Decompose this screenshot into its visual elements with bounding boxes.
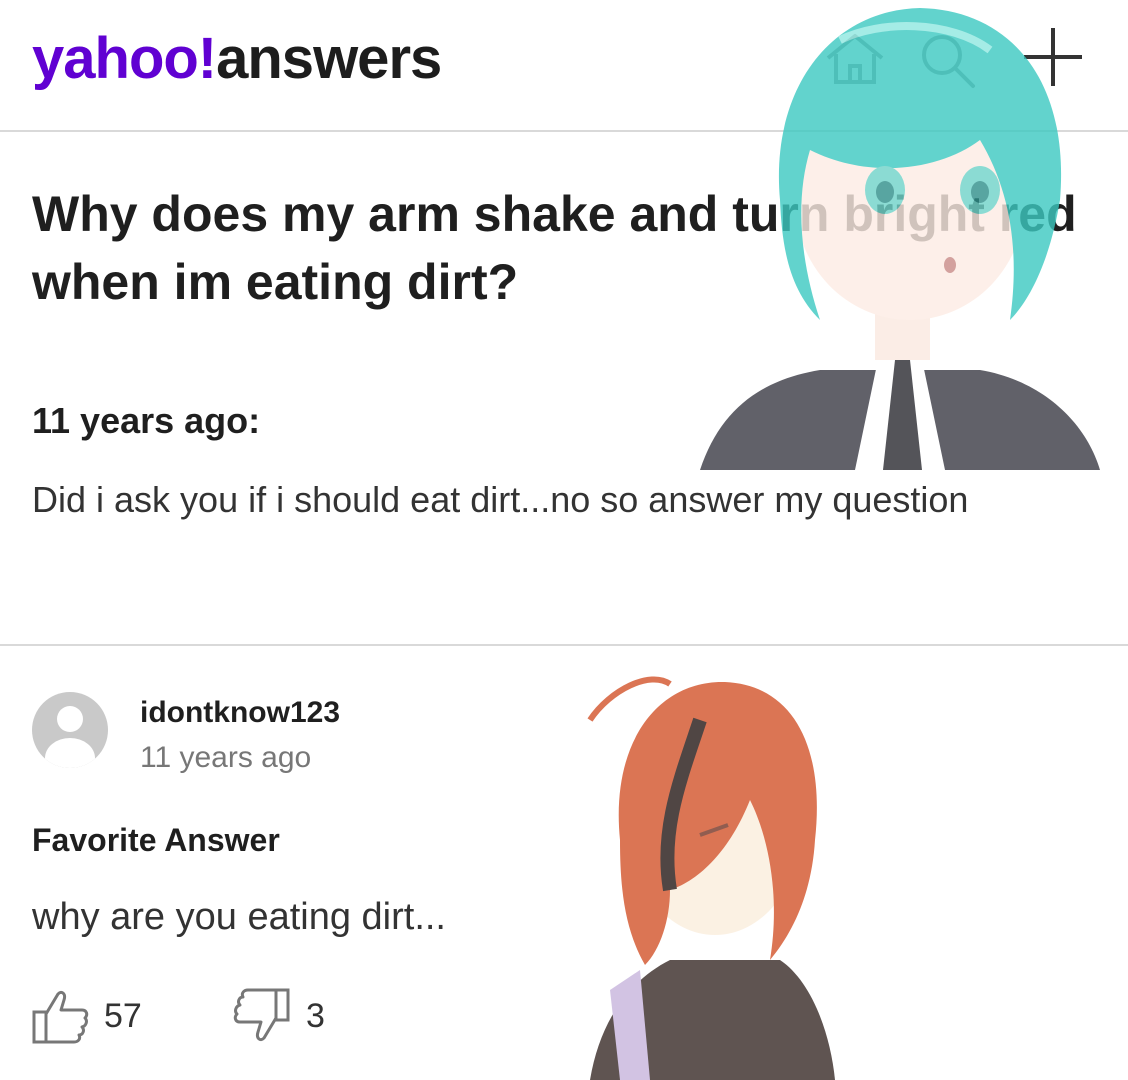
upvote-button[interactable]: 57 <box>30 986 142 1046</box>
favorite-answer-label: Favorite Answer <box>32 822 280 858</box>
downvote-button[interactable]: 3 <box>232 986 325 1046</box>
avatar-head <box>57 706 83 732</box>
teal-haired-character-illustration <box>700 8 1100 470</box>
red-haired-character-illustration <box>587 676 835 1080</box>
logo-product: answers <box>216 26 442 91</box>
avatar[interactable] <box>32 692 108 768</box>
answer-text: why are you eating dirt... <box>32 896 446 938</box>
thumbs-down-icon <box>233 988 290 1042</box>
answer-username[interactable]: idontknow123 <box>140 696 340 730</box>
yahoo-answers-logo[interactable]: yahoo!answers <box>32 25 442 92</box>
avatar-shoulders <box>45 738 95 768</box>
answer-timestamp: 11 years ago <box>140 741 312 774</box>
section-divider <box>0 644 1128 646</box>
upvote-count: 57 <box>104 996 142 1035</box>
downvote-count: 3 <box>306 996 325 1035</box>
logo-brand: yahoo! <box>32 26 217 91</box>
question-age: 11 years ago: <box>32 400 261 441</box>
thumbs-up-icon <box>32 990 89 1044</box>
